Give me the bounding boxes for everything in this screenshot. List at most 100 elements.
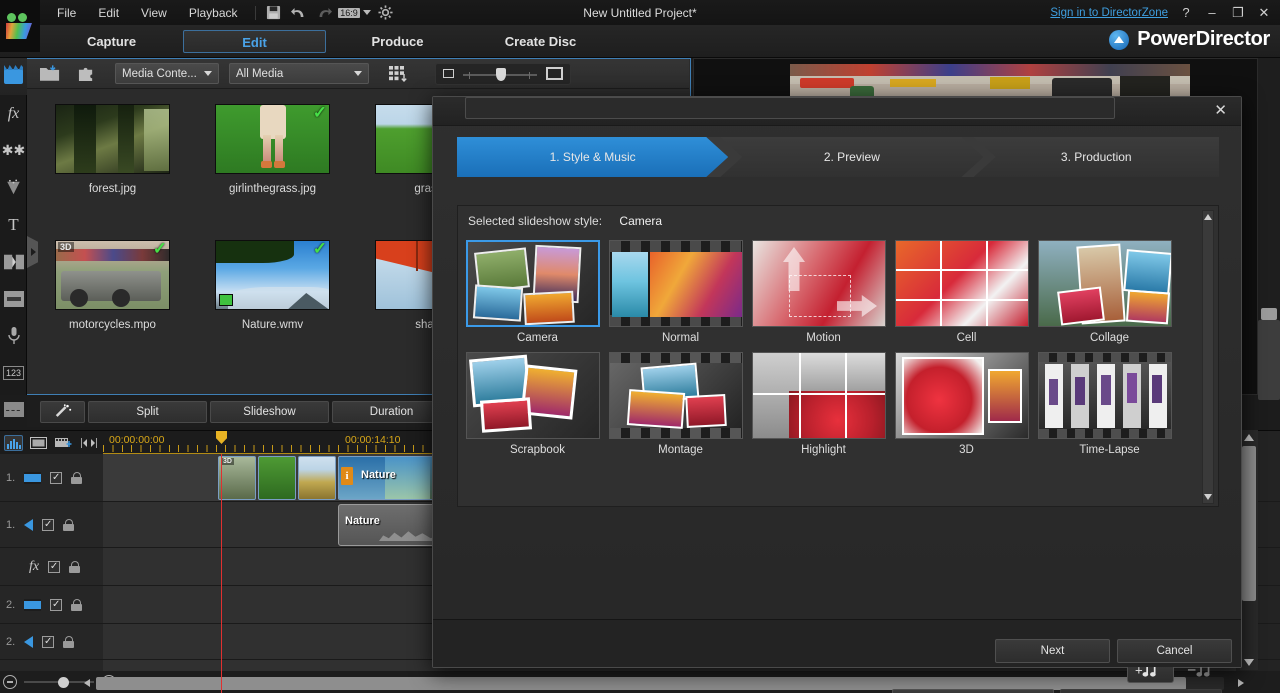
style-thumbnail[interactable] — [1038, 240, 1172, 327]
tab-edit[interactable]: Edit — [183, 30, 326, 53]
track-lock-icon[interactable] — [69, 560, 81, 573]
track-visible-checkbox[interactable]: ✓ — [42, 635, 55, 648]
style-card-highlight[interactable]: Highlight — [752, 352, 895, 456]
style-thumbnail[interactable] — [895, 240, 1029, 327]
tab-produce[interactable]: Produce — [326, 30, 469, 53]
media-item[interactable]: ✓ Nature.wmv — [215, 240, 330, 331]
thumbnail-zoom-slider[interactable] — [463, 67, 537, 81]
sidebar-item-voice-over-room[interactable] — [0, 317, 27, 354]
close-button[interactable]: ✕ — [1256, 5, 1272, 21]
thumbnail-zoom-handle[interactable] — [496, 67, 506, 81]
sidebar-item-effect-room[interactable]: fx — [0, 95, 27, 132]
thumbnail-zoom-control[interactable] — [435, 62, 571, 85]
timeline-vertical-scrollbar[interactable] — [1240, 430, 1258, 670]
media-thumbnail[interactable]: ✓ — [215, 104, 330, 174]
split-button[interactable]: Split — [88, 400, 207, 423]
track-manager-icon[interactable] — [54, 435, 73, 451]
scroll-up-arrow[interactable] — [1244, 434, 1254, 441]
media-thumbnail[interactable]: ✓ — [215, 240, 330, 310]
storyboard-view-icon[interactable] — [29, 435, 48, 451]
track-visible-checkbox[interactable]: ✓ — [50, 598, 63, 611]
music-path-input[interactable] — [465, 97, 1115, 119]
track-lock-icon[interactable] — [71, 598, 83, 611]
sidebar-item-particle-room[interactable] — [0, 169, 27, 206]
step-preview[interactable]: 2. Preview — [720, 137, 983, 177]
timeline-clip[interactable] — [258, 456, 296, 500]
track-lock-icon[interactable] — [63, 635, 75, 648]
sidebar-item-audio-mixing-room[interactable] — [0, 280, 27, 317]
style-thumbnail[interactable] — [609, 352, 743, 439]
timeline-zoom-handle[interactable] — [58, 677, 69, 688]
scroll-right-arrow[interactable] — [1238, 679, 1244, 687]
sidebar-item-media-room[interactable] — [0, 58, 27, 95]
plugin-puzzle-icon[interactable] — [73, 63, 99, 85]
scrollbar-thumb[interactable] — [1242, 446, 1256, 601]
preview-side-box — [1258, 320, 1280, 400]
slideshow-button[interactable]: Slideshow — [210, 400, 329, 423]
scroll-down-arrow[interactable] — [1204, 494, 1212, 500]
slideshow-preferences-button[interactable]: Slideshow Preferences — [892, 689, 1054, 693]
import-media-icon[interactable] — [37, 63, 63, 85]
tab-capture[interactable]: Capture — [40, 30, 183, 53]
sidebar-item-pip-objects-room[interactable]: ✱✱ — [0, 132, 27, 169]
media-thumbnail[interactable]: 3D ✓ — [55, 240, 170, 310]
zoom-out-icon[interactable] — [3, 675, 17, 689]
track-visible-checkbox[interactable]: ✓ — [50, 471, 63, 484]
thumbnail-large-icon[interactable] — [546, 67, 563, 80]
style-thumbnail[interactable] — [609, 240, 743, 327]
media-item[interactable]: 3D ✓ motorcycles.mpo — [55, 240, 170, 331]
music-preferences-button[interactable]: Music Preferences — [1060, 689, 1222, 693]
style-card-timelapse[interactable]: Time-Lapse — [1038, 352, 1181, 456]
thumbnail-small-icon[interactable] — [443, 69, 454, 78]
timeline-clip[interactable] — [298, 456, 336, 500]
scroll-down-arrow[interactable] — [1244, 659, 1254, 666]
minimize-button[interactable]: – — [1204, 5, 1220, 20]
magic-tools-button[interactable] — [40, 400, 85, 423]
timeline-horizontal-scrollbar[interactable] — [96, 677, 1224, 690]
style-thumbnail[interactable] — [466, 240, 600, 327]
media-content-dropdown[interactable]: Media Conte... — [115, 63, 219, 84]
sidebar-item-subtitle-room[interactable]: --- — [0, 391, 27, 428]
style-card-normal[interactable]: Normal — [609, 240, 752, 344]
step-style-music[interactable]: 1. Style & Music — [457, 137, 728, 177]
style-card-camera[interactable]: Camera — [466, 240, 609, 344]
style-card-scrapbook[interactable]: Scrapbook — [466, 352, 609, 456]
media-item[interactable]: forest.jpg — [55, 104, 170, 195]
help-icon[interactable]: ? — [1178, 5, 1194, 20]
timeline-view-icon[interactable] — [4, 434, 23, 451]
sort-grid-icon[interactable] — [385, 63, 411, 85]
step-production[interactable]: 3. Production — [973, 137, 1219, 177]
style-card-montage[interactable]: Montage — [609, 352, 752, 456]
style-thumbnail[interactable] — [466, 352, 600, 439]
style-thumbnail[interactable] — [1038, 352, 1172, 439]
track-lock-icon[interactable] — [71, 471, 83, 484]
clip-info-icon[interactable]: i — [341, 467, 353, 485]
timeline-clip[interactable]: 3D — [218, 456, 256, 500]
style-grid-scrollbar[interactable] — [1202, 210, 1214, 504]
media-item[interactable]: ✓ girlinthegrass.jpg — [215, 104, 330, 195]
style-card-collage[interactable]: Collage — [1038, 240, 1181, 344]
sidebar-item-title-room[interactable]: T — [0, 206, 27, 243]
scroll-left-arrow[interactable] — [84, 679, 90, 687]
track-visible-checkbox[interactable]: ✓ — [48, 560, 61, 573]
next-button[interactable]: Next — [995, 639, 1110, 663]
style-thumbnail[interactable] — [752, 240, 886, 327]
style-card-3d[interactable]: 3D — [895, 352, 1038, 456]
media-filter-dropdown[interactable]: All Media — [229, 63, 369, 84]
track-visible-checkbox[interactable]: ✓ — [42, 518, 55, 531]
style-thumbnail[interactable] — [752, 352, 886, 439]
restore-button[interactable]: ❐ — [1230, 5, 1246, 21]
style-card-cell[interactable]: Cell — [895, 240, 1038, 344]
media-thumbnail[interactable] — [55, 104, 170, 174]
dialog-close-button[interactable]: ✕ — [1214, 101, 1227, 119]
style-thumbnail[interactable] — [895, 352, 1029, 439]
tab-create-disc[interactable]: Create Disc — [469, 30, 612, 53]
style-card-motion[interactable]: Motion — [752, 240, 895, 344]
range-selection-icon[interactable] — [79, 435, 98, 451]
sign-in-link[interactable]: Sign in to DirectorZone — [1050, 7, 1168, 19]
sidebar-item-chapter-room[interactable]: 123 — [0, 354, 27, 391]
track-lock-icon[interactable] — [63, 518, 75, 531]
scroll-up-arrow[interactable] — [1204, 214, 1212, 220]
cancel-button[interactable]: Cancel — [1117, 639, 1232, 663]
sidebar-item-transition-room[interactable] — [0, 243, 27, 280]
